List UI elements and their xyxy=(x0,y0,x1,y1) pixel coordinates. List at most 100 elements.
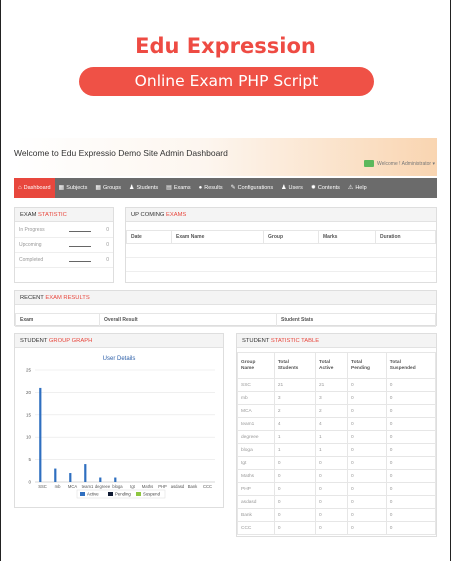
x-tick-label: bloga xyxy=(112,484,123,489)
stat-label: Upcoming xyxy=(19,242,42,248)
panel-heading: RECENT EXAM RESULTS xyxy=(15,291,436,305)
wrench-icon: ✎ xyxy=(230,185,236,191)
product-subtitle-banner: Online Exam PHP Script xyxy=(79,67,374,96)
count-cell: 1 xyxy=(273,430,317,444)
count-cell: 0 xyxy=(347,495,387,509)
y-tick-label: 20 xyxy=(26,390,32,395)
column-header-line: Active xyxy=(319,365,334,371)
count-cell: 0 xyxy=(314,508,349,522)
column-header: Exam Name xyxy=(171,230,264,244)
group-name-cell: tgt xyxy=(237,456,275,470)
column-header-line: Pending xyxy=(351,365,370,371)
nav-item-subjects[interactable]: ▦ Subjects xyxy=(55,178,92,198)
user-icon: ♟ xyxy=(129,185,135,191)
stat-bar xyxy=(69,229,91,232)
legend-label: Pending xyxy=(115,492,131,497)
table-row: Maths 0 0 0 0 xyxy=(237,469,437,483)
count-cell: 0 xyxy=(314,456,349,470)
warning-icon: ⚠ xyxy=(347,185,354,191)
group-name-cell: degreee xyxy=(237,430,275,444)
count-cell: 1 xyxy=(314,430,349,444)
user-icon xyxy=(364,160,374,167)
legend-swatch-pending xyxy=(108,492,113,496)
count-cell: 0 xyxy=(385,456,437,470)
count-cell: 0 xyxy=(385,417,437,431)
grid-icon: ▦ xyxy=(95,185,101,191)
count-cell: 0 xyxy=(273,495,317,509)
nav-item-help[interactable]: ⚠ Help xyxy=(344,178,371,198)
nav-item-label: Users xyxy=(288,185,303,191)
group-name-cell: bloga xyxy=(237,443,275,457)
panel-heading: EXAM STATISTIC xyxy=(15,208,113,222)
count-cell: 0 xyxy=(314,495,349,509)
page-title: Welcome to Edu Expressio Demo Site Admin… xyxy=(14,148,228,158)
bar-active xyxy=(39,387,42,482)
nav-item-label: Results xyxy=(204,185,223,191)
count-cell: 0 xyxy=(385,469,437,483)
nav-item-exams[interactable]: ▤ Exams xyxy=(162,178,194,198)
nav-item-label: Groups xyxy=(103,185,122,191)
stat-bar xyxy=(69,259,91,262)
exam-statistic-panel: EXAM STATISTIC In Progress 0 Upcoming 0 Co… xyxy=(14,207,114,283)
stat-value: 0 xyxy=(106,227,109,233)
count-cell: 0 xyxy=(385,391,437,405)
bar-active xyxy=(99,477,102,482)
stat-label: In Progress xyxy=(19,227,45,233)
group-name-cell: team1 xyxy=(237,417,275,431)
table-header-row: Exam Overall Result Student Stats xyxy=(15,313,436,327)
stat-row-completed: Completed 0 xyxy=(15,253,113,268)
nav-item-label: Contents xyxy=(317,185,340,191)
count-cell: 0 xyxy=(314,521,349,535)
table-row: Bank 0 0 0 0 xyxy=(237,508,437,522)
column-header: Exam xyxy=(15,313,100,327)
column-header: Group xyxy=(263,230,319,244)
table-row: SSC 21 21 0 0 xyxy=(237,378,437,392)
count-cell: 0 xyxy=(347,482,387,496)
upcoming-exams-table: Date Exam Name Group Marks Duration xyxy=(126,230,436,244)
stat-label: Completed xyxy=(19,257,44,263)
user-icon: ♟ xyxy=(281,185,287,191)
count-cell: 0 xyxy=(347,521,387,535)
panel-title-highlight: GROUP GRAPH xyxy=(48,338,93,344)
nav-item-results[interactable]: ● Results xyxy=(195,178,227,198)
x-tick-label: tgt xyxy=(130,484,135,489)
count-cell: 0 xyxy=(347,404,387,418)
stat-value: 0 xyxy=(106,242,109,248)
legend-swatch-active xyxy=(80,492,85,496)
x-tick-label: CCC xyxy=(203,484,212,489)
legend-swatch-suspend xyxy=(136,492,141,496)
table-header-row: Date Exam Name Group Marks Duration xyxy=(126,230,436,244)
column-header: Duration xyxy=(375,230,436,244)
table-row xyxy=(126,244,436,258)
count-cell: 21 xyxy=(273,378,317,392)
count-cell: 0 xyxy=(347,391,387,405)
nav-item-dashboard[interactable]: ⌂ Dashboard xyxy=(14,178,55,198)
panel-title: UP COMING xyxy=(131,212,166,218)
panel-title: RECENT xyxy=(20,295,46,301)
nav-item-groups[interactable]: ▦ Groups xyxy=(91,178,125,198)
user-menu[interactable]: Welcome ! Administrator ▾ xyxy=(364,160,435,167)
column-header: Total Active xyxy=(314,352,349,379)
table-row: team1 4 4 0 0 xyxy=(237,417,437,431)
table-row: mb 3 3 0 0 xyxy=(237,391,437,405)
count-cell: 3 xyxy=(273,391,317,405)
count-cell: 0 xyxy=(273,508,317,522)
count-cell: 4 xyxy=(273,417,317,431)
column-header: Total Suspended xyxy=(385,352,437,379)
panel-title: STUDENT xyxy=(20,338,49,344)
nav-item-users[interactable]: ♟ Users xyxy=(277,178,307,198)
nav-item-students[interactable]: ♟ Students xyxy=(125,178,162,198)
stat-value: 0 xyxy=(106,257,109,263)
nav-item-contents[interactable]: ✹ Contents xyxy=(307,178,344,198)
column-header: Total Students xyxy=(273,352,317,379)
panel-title: EXAM xyxy=(20,212,39,218)
column-header-line: Suspended xyxy=(389,365,416,371)
nav-item-label: Dashboard xyxy=(23,185,51,191)
nav-item-label: Configurations xyxy=(237,185,274,191)
bar-active xyxy=(69,473,72,482)
count-cell: 1 xyxy=(273,443,317,457)
panel-title-highlight: STATISTIC TABLE xyxy=(270,338,320,344)
nav-item-configurations[interactable]: ✎ Configurations xyxy=(227,178,278,198)
column-header: Date xyxy=(126,230,172,244)
group-name-cell: Bank xyxy=(237,508,275,522)
